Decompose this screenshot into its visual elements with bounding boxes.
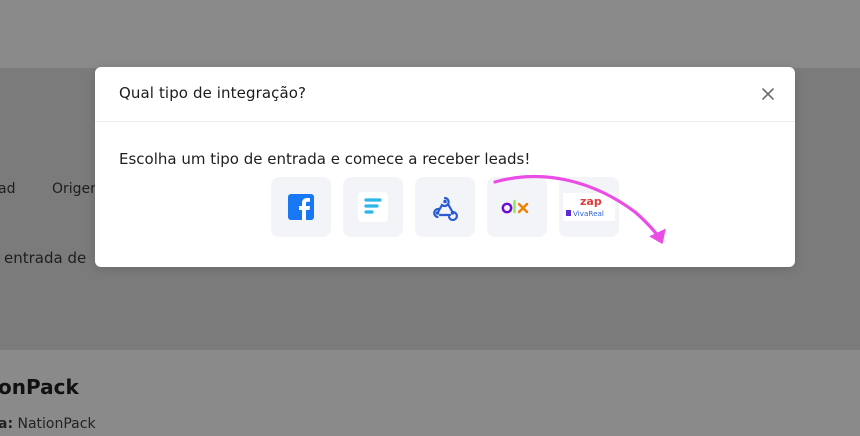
integration-modal: Qual tipo de integração? Escolha um tipo… <box>95 67 795 267</box>
background-description: entrada de <box>4 249 87 267</box>
modal-subtitle: Escolha um tipo de entrada e comece a re… <box>119 150 531 168</box>
detail-label: a: <box>0 416 14 432</box>
background-title: onPack <box>0 375 79 399</box>
modal-header: Qual tipo de integração? <box>95 67 795 122</box>
close-icon <box>762 88 774 100</box>
background-detail-row: a: NationPack <box>0 416 96 432</box>
form-icon <box>358 192 388 222</box>
column-header-lead: ad <box>0 181 16 197</box>
close-button[interactable] <box>759 85 777 103</box>
webhook-icon <box>433 196 458 221</box>
pointer-arrow <box>493 175 666 244</box>
facebook-option[interactable] <box>271 177 331 237</box>
detail-value: NationPack <box>17 416 96 432</box>
facebook-icon <box>288 194 314 220</box>
top-bar <box>0 0 860 68</box>
webhook-option[interactable] <box>415 177 475 237</box>
column-header-origin: Origen <box>52 181 100 197</box>
modal-title: Qual tipo de integração? <box>119 84 307 102</box>
detail-area <box>0 350 860 436</box>
form-option[interactable] <box>343 177 403 237</box>
